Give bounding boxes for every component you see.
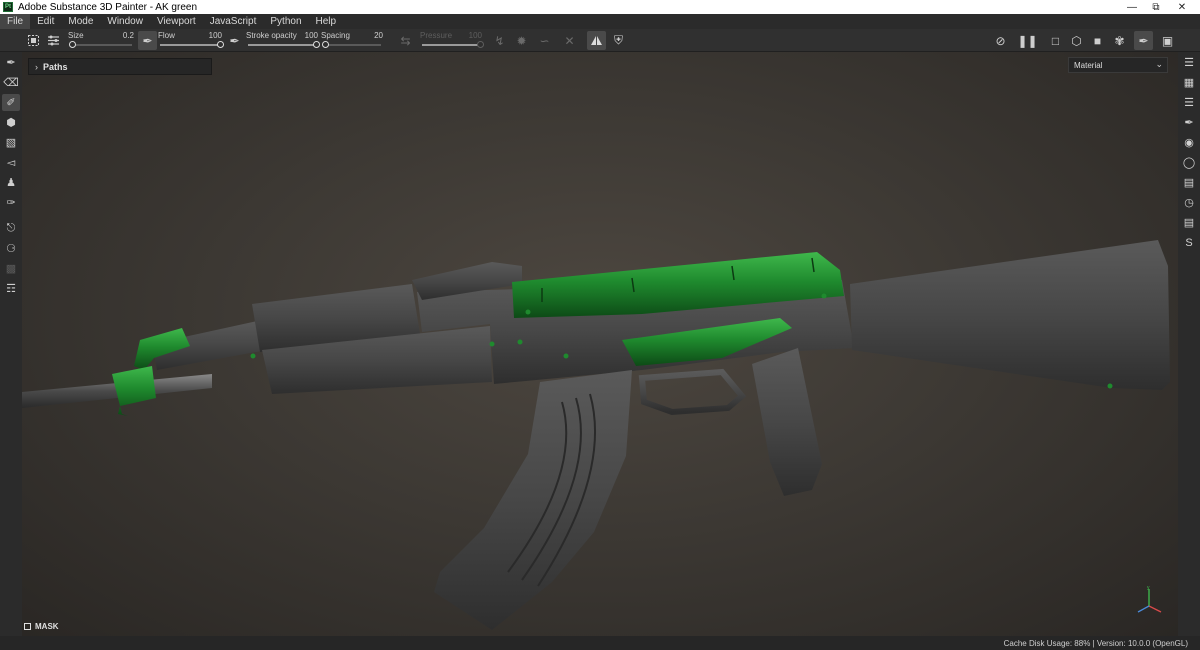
mask-checkbox[interactable] xyxy=(24,622,31,630)
texture-set-icon[interactable]: ▤ xyxy=(1180,174,1198,191)
flow-pen-pressure-icon[interactable]: ✒ xyxy=(225,31,244,50)
size-slider[interactable]: Size 0.2 xyxy=(68,30,134,51)
size-label: Size xyxy=(68,31,84,40)
tool-strip: ✒ ⌫ ✐ ⬢ ▧ ◅ ♟ ✑ ⎋ ⚆ ▩ ☶ xyxy=(0,52,22,636)
panel-strip: ☰ ▦ ☰ ✒ ◉ ◯ ▤ ◷ ▤ S xyxy=(1178,52,1200,636)
layers-icon[interactable]: ☰ xyxy=(1180,94,1198,111)
camera-record-icon[interactable]: ■ xyxy=(1088,31,1107,50)
paint-through-icon[interactable]: ⛨ xyxy=(609,31,628,50)
screenshot-camera-icon[interactable]: ▣ xyxy=(1158,31,1177,50)
barrel-collar xyxy=(112,366,156,416)
restore-icon[interactable]: ⧉ xyxy=(1142,0,1170,14)
symmetry-icon[interactable] xyxy=(587,31,606,50)
menu-file[interactable]: File xyxy=(0,14,31,29)
disabled-tool-icon[interactable]: ▩ xyxy=(2,260,20,277)
environment-icon[interactable]: ✾ xyxy=(1110,31,1129,50)
spacing-slider-thumb[interactable] xyxy=(321,41,329,48)
size-value: 0.2 xyxy=(122,31,134,40)
menu-edit[interactable]: Edit xyxy=(30,14,61,29)
tool-properties-bar: Size 0.2 ✒ Flow 100 ✒ Stroke opacity 100… xyxy=(0,29,1200,52)
chevron-down-icon: ⌄ xyxy=(1155,59,1163,69)
window-title: Adobe Substance 3D Painter - AK green xyxy=(18,1,198,13)
display-settings-icon[interactable]: ◉ xyxy=(1180,134,1198,151)
brush-settings-icon[interactable] xyxy=(44,31,63,50)
log-icon[interactable]: ▤ xyxy=(1180,214,1198,231)
expand-chevron-icon[interactable]: › xyxy=(35,62,38,72)
status-text: Cache Disk Usage: 88% | Version: 10.0.0 … xyxy=(1003,638,1188,648)
bake-icon[interactable]: ⎋ xyxy=(2,220,20,237)
pressure-value: 100 xyxy=(468,31,482,40)
swap-icon[interactable]: ⇆ xyxy=(396,31,415,50)
pause-icon[interactable]: ❚❚ xyxy=(1017,31,1037,50)
title-bar: Pt Adobe Substance 3D Painter - AK green… xyxy=(0,0,1200,14)
lazy-mouse-icon[interactable]: ↯ xyxy=(490,31,509,50)
pressure-slider[interactable]: Pressure 100 xyxy=(420,30,484,51)
shelf-icon[interactable]: ☰ xyxy=(1180,54,1198,71)
assets-icon[interactable]: ▦ xyxy=(1180,74,1198,91)
environment-settings-icon[interactable]: ◯ xyxy=(1180,154,1198,171)
line-mode-icon[interactable]: ∽ xyxy=(535,31,554,50)
stock xyxy=(850,240,1170,390)
clear-icon[interactable]: ✕ xyxy=(560,31,579,50)
material-picker-icon[interactable]: ⚆ xyxy=(2,240,20,257)
pressure-slider-thumb[interactable] xyxy=(477,41,484,48)
smudge-icon[interactable]: ◅ xyxy=(2,154,20,171)
symmetry-off-icon[interactable]: ✹ xyxy=(512,31,531,50)
display-mode-dropdown[interactable]: Material ⌄ xyxy=(1068,57,1168,73)
status-bar: Cache Disk Usage: 88% | Version: 10.0.0 … xyxy=(0,636,1200,650)
stroke-opacity-slider-thumb[interactable] xyxy=(313,41,320,48)
selection-mode-icon[interactable] xyxy=(24,31,43,50)
paint-brush-icon[interactable]: ✒ xyxy=(2,54,20,71)
eraser-icon[interactable]: ⌫ xyxy=(2,74,20,91)
spacing-value: 20 xyxy=(374,31,383,40)
rifle-model xyxy=(22,240,1170,630)
clone-stamp-icon[interactable]: ♟ xyxy=(2,174,20,191)
hide-layers-icon[interactable]: ⊘ xyxy=(991,31,1010,50)
stroke-opacity-slider[interactable]: Stroke opacity 100 xyxy=(246,30,320,51)
flow-slider[interactable]: Flow 100 xyxy=(158,30,224,51)
substance-icon[interactable]: S xyxy=(1180,234,1198,251)
menu-viewport[interactable]: Viewport xyxy=(150,14,203,29)
magazine xyxy=(434,370,632,630)
properties-icon[interactable]: ✒ xyxy=(1180,114,1198,131)
mask-label: MASK xyxy=(35,621,59,631)
menu-bar: File Edit Mode Window Viewport JavaScrip… xyxy=(0,14,1200,29)
paths-panel[interactable]: › Paths xyxy=(28,58,212,75)
app-logo-icon: Pt xyxy=(3,2,13,12)
polygon-fill-icon[interactable]: ▧ xyxy=(2,134,20,151)
view-cube-icon[interactable]: ⬡ xyxy=(1067,31,1086,50)
history-icon[interactable]: ◷ xyxy=(1180,194,1198,211)
pistol-grip xyxy=(752,348,822,496)
menu-javascript[interactable]: JavaScript xyxy=(203,14,264,29)
menu-help[interactable]: Help xyxy=(309,14,344,29)
trigger-guard xyxy=(638,368,747,416)
spacing-slider[interactable]: Spacing 20 xyxy=(321,30,383,51)
projection-icon[interactable]: ✐ xyxy=(2,94,20,111)
spacing-label: Spacing xyxy=(321,31,350,40)
pressure-label: Pressure xyxy=(420,31,453,40)
color-picker-icon[interactable]: ✑ xyxy=(2,194,20,211)
flow-label: Flow xyxy=(158,31,175,40)
mask-toggle[interactable]: MASK xyxy=(24,620,59,632)
size-pen-pressure-icon[interactable]: ✒ xyxy=(138,31,157,50)
frame-icon[interactable]: □ xyxy=(1046,31,1065,50)
painting-view-icon[interactable]: ✒ xyxy=(1134,31,1153,50)
3d-viewport[interactable]: › Paths Material ⌄ MASK y xyxy=(22,52,1178,636)
menu-window[interactable]: Window xyxy=(100,14,150,29)
menu-python[interactable]: Python xyxy=(263,14,308,29)
display-mode-value: Material xyxy=(1074,60,1103,70)
axis-gizmo-icon: y xyxy=(1137,585,1162,613)
flow-slider-thumb[interactable] xyxy=(217,41,224,48)
export-icon[interactable]: ☶ xyxy=(2,280,20,297)
stroke-opacity-value: 100 xyxy=(304,31,318,40)
paths-label: Paths xyxy=(43,61,68,72)
flow-value: 100 xyxy=(208,31,222,40)
stroke-opacity-label: Stroke opacity xyxy=(246,31,297,40)
size-slider-thumb[interactable] xyxy=(69,41,77,48)
geometry-fill-icon[interactable]: ⬢ xyxy=(2,114,20,131)
close-icon[interactable]: ✕ xyxy=(1168,0,1196,14)
menu-mode[interactable]: Mode xyxy=(61,14,100,29)
